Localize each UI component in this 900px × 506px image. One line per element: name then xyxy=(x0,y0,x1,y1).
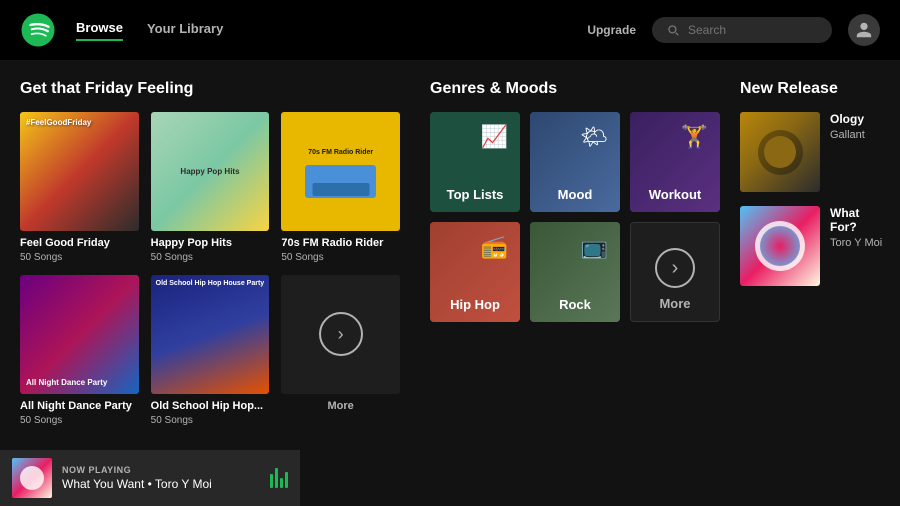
nav-right: Upgrade xyxy=(587,14,880,46)
friday-section: Get that Friday Feeling #FeelGoodFriday … xyxy=(0,60,420,450)
genres-section: Genres & Moods 📈 Top Lists 🌤 Mood 🏋 Work… xyxy=(420,60,730,450)
playlist-card-feel-good[interactable]: #FeelGoodFriday Feel Good Friday 50 Song… xyxy=(20,112,139,263)
genre-label-top-lists: Top Lists xyxy=(447,187,504,202)
genre-card-hip-hop[interactable]: 📻 Hip Hop xyxy=(430,222,520,322)
art-text-dance: All Night Dance Party xyxy=(26,378,107,388)
more-genre-circle: › xyxy=(655,248,695,288)
release-artist-what-for: Toro Y Moi xyxy=(830,237,884,249)
playlist-songs-70s: 50 Songs xyxy=(281,252,400,263)
genre-label-hip-hop: Hip Hop xyxy=(450,297,500,312)
playlist-thumb-feel-good: #FeelGoodFriday xyxy=(20,112,139,231)
now-playing-bars xyxy=(270,468,288,488)
playlist-thumb-hiphop: Old School Hip Hop House Party xyxy=(151,275,270,394)
search-input[interactable] xyxy=(688,23,808,37)
new-releases-section: New Release Ology Gallant xyxy=(730,60,900,450)
playlist-card-hiphop[interactable]: Old School Hip Hop House Party Old Schoo… xyxy=(151,275,270,426)
playlist-songs-dance: 50 Songs xyxy=(20,415,139,426)
playlist-songs-happy-pop: 50 Songs xyxy=(151,252,270,263)
bar-3 xyxy=(280,478,283,488)
genre-card-more[interactable]: › More xyxy=(630,222,720,322)
art-text-feel-good: #FeelGoodFriday xyxy=(26,118,91,128)
genre-label-rock: Rock xyxy=(559,297,591,312)
playlist-thumb-dance: All Night Dance Party xyxy=(20,275,139,394)
playlist-thumb-happy-pop: Happy Pop Hits xyxy=(151,112,270,231)
release-name-what-for: What For? xyxy=(830,206,884,234)
release-thumb-ology xyxy=(740,112,820,192)
playlist-thumb-more: › xyxy=(281,275,400,394)
playlist-name-dance: All Night Dance Party xyxy=(20,399,139,413)
genre-label-more: More xyxy=(659,296,690,311)
release-thumb-what-for xyxy=(740,206,820,286)
upgrade-button[interactable]: Upgrade xyxy=(587,23,636,37)
now-playing-thumb xyxy=(12,458,52,498)
user-icon[interactable] xyxy=(848,14,880,46)
now-playing-label: NOW PLAYING xyxy=(62,465,260,475)
genre-grid: 📈 Top Lists 🌤 Mood 🏋 Workout 📻 Hip Hop xyxy=(430,112,720,322)
playlist-name-feel-good: Feel Good Friday xyxy=(20,236,139,250)
playlist-grid: #FeelGoodFriday Feel Good Friday 50 Song… xyxy=(20,112,400,426)
nav-library[interactable]: Your Library xyxy=(147,21,223,40)
main-content: Get that Friday Feeling #FeelGoodFriday … xyxy=(0,60,900,450)
release-card-what-for[interactable]: What For? Toro Y Moi xyxy=(740,206,884,286)
playlist-card-more[interactable]: › More xyxy=(281,275,400,426)
mood-icon: 🌤 xyxy=(580,124,608,150)
top-lists-icon: 📈 xyxy=(481,124,508,150)
playlist-card-happy-pop[interactable]: Happy Pop Hits Happy Pop Hits 50 Songs xyxy=(151,112,270,263)
genre-card-workout[interactable]: 🏋 Workout xyxy=(630,112,720,212)
playlist-card-dance[interactable]: All Night Dance Party All Night Dance Pa… xyxy=(20,275,139,426)
bar-2 xyxy=(275,468,278,488)
more-genre-chevron-icon: › xyxy=(672,258,679,278)
now-playing-track: What You Want • Toro Y Moi xyxy=(62,477,260,491)
genres-section-title: Genres & Moods xyxy=(430,80,720,98)
bar-1 xyxy=(270,474,273,488)
release-info-ology: Ology Gallant xyxy=(830,112,884,141)
ology-art-detail xyxy=(758,130,803,175)
nav-bar: Browse Your Library Upgrade xyxy=(0,0,900,60)
workout-icon: 🏋 xyxy=(681,124,708,150)
bar-4 xyxy=(285,472,288,488)
art-text-happy: Happy Pop Hits xyxy=(176,163,243,180)
nav-links: Browse Your Library xyxy=(76,20,587,41)
playlist-name-70s: 70s FM Radio Rider xyxy=(281,236,400,250)
spotify-logo[interactable] xyxy=(20,12,56,48)
playlist-name-hiphop: Old School Hip Hop... xyxy=(151,399,270,413)
search-box[interactable] xyxy=(652,17,832,43)
person-icon xyxy=(855,21,873,39)
release-card-ology[interactable]: Ology Gallant xyxy=(740,112,884,192)
rock-icon: 📺 xyxy=(581,234,608,260)
more-circle: › xyxy=(319,312,363,356)
hiphop-icon: 📻 xyxy=(481,234,508,260)
release-name-ology: Ology xyxy=(830,112,884,126)
genre-card-mood[interactable]: 🌤 Mood xyxy=(530,112,620,212)
genre-label-workout: Workout xyxy=(649,187,701,202)
art-text-hiphop: Old School Hip Hop House Party xyxy=(156,280,265,288)
art-text-70s: 70s FM Radio Rider xyxy=(304,144,377,161)
new-releases-title: New Release xyxy=(740,80,884,98)
playlist-thumb-70s: 70s FM Radio Rider xyxy=(281,112,400,231)
friday-section-title: Get that Friday Feeling xyxy=(20,80,400,98)
search-icon xyxy=(666,23,680,37)
now-playing-info: NOW PLAYING What You Want • Toro Y Moi xyxy=(62,465,260,491)
nav-browse[interactable]: Browse xyxy=(76,20,123,41)
chevron-right-icon: › xyxy=(338,324,344,345)
more-label: More xyxy=(281,399,400,413)
genre-label-mood: Mood xyxy=(558,187,593,202)
whatfor-art-detail xyxy=(755,221,805,271)
genre-card-top-lists[interactable]: 📈 Top Lists xyxy=(430,112,520,212)
release-info-what-for: What For? Toro Y Moi xyxy=(830,206,884,249)
genre-card-rock[interactable]: 📺 Rock xyxy=(530,222,620,322)
playlist-card-70s[interactable]: 70s FM Radio Rider 70s FM Radio Rider 50… xyxy=(281,112,400,263)
playlist-name-happy-pop: Happy Pop Hits xyxy=(151,236,270,250)
release-artist-ology: Gallant xyxy=(830,129,884,141)
now-playing-bar: NOW PLAYING What You Want • Toro Y Moi xyxy=(0,450,300,506)
playlist-songs-feel-good: 50 Songs xyxy=(20,252,139,263)
playlist-songs-hiphop: 50 Songs xyxy=(151,415,270,426)
